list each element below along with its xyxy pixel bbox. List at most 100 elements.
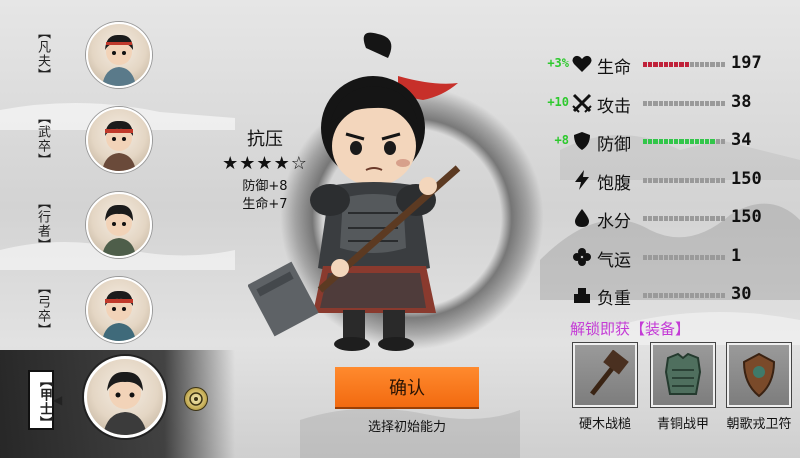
class-item-gongzu[interactable]: 【弓卒】 [28, 277, 158, 347]
stat-bar [643, 139, 725, 144]
stat-bar-segment [710, 62, 715, 67]
stat-bar [643, 293, 725, 298]
stat-bar-segment [694, 254, 700, 260]
stat-bar-segment [700, 100, 705, 106]
class-label: 【武卒】 [35, 111, 50, 167]
stat-bar-segment [658, 177, 663, 183]
unlock-title: 解锁即获【装备】 [570, 320, 691, 338]
stat-bar-segment [715, 177, 720, 183]
stat-bar-segment [720, 254, 725, 260]
stat-bar-segment [668, 62, 674, 67]
stat-bar-segment [689, 100, 694, 106]
stat-bar-segment [705, 254, 710, 260]
stat-bar-segment [658, 139, 663, 144]
stat-label: 防御 [597, 135, 631, 155]
stat-bar-segment [663, 100, 668, 106]
stat-bar-segment [705, 216, 710, 221]
stat-bar-segment [720, 100, 725, 106]
stat-value: 150 [731, 207, 762, 227]
equipment-slot[interactable] [651, 343, 715, 407]
stat-bar-segment [710, 139, 715, 144]
stat-bar-segment [653, 293, 658, 298]
stat-bar-segment [684, 216, 689, 221]
stat-bar-segment [648, 100, 653, 106]
stat-bar-segment [710, 100, 715, 106]
stat-bar-segment [705, 293, 710, 298]
stat-bar-segment [658, 293, 663, 298]
stat-bar-segment [648, 177, 653, 183]
stat-bar [643, 177, 725, 183]
stat-bar-segment [658, 100, 663, 106]
equipment-item-mallet[interactable]: 硬木战槌 [567, 343, 643, 432]
stat-bar-segment [710, 254, 715, 260]
stat-bar-segment [679, 177, 684, 183]
stat-row-attack: +10 攻击 38 [535, 89, 800, 128]
class-label: 【弓卒】 [35, 281, 50, 337]
equipment-slot[interactable] [727, 343, 791, 407]
stat-bar-segment [700, 254, 705, 260]
stat-bar-segment [643, 293, 648, 298]
stat-bar-segment [663, 139, 668, 144]
stat-value: 34 [731, 130, 752, 150]
stat-bar-segment [653, 216, 658, 221]
stat-bar-segment [643, 62, 648, 67]
stat-bar-segment [668, 293, 674, 298]
portrait-avatar [86, 277, 152, 343]
stat-bar-segment [663, 177, 668, 183]
equipment-slot[interactable] [573, 343, 637, 407]
class-item-fanfu[interactable]: 【凡夫】 [28, 22, 158, 92]
stat-bar-segment [668, 100, 674, 106]
stat-row-health: +3% 生命 197 [535, 50, 800, 89]
stat-bar-segment [689, 62, 694, 67]
stat-value: 38 [731, 91, 752, 112]
stat-label: 水分 [597, 212, 631, 232]
stat-bar-segment [700, 216, 705, 221]
stat-bar-segment [658, 216, 663, 221]
stat-bar-segment [715, 254, 720, 260]
class-item-jiashi[interactable]: 【甲士】 [28, 356, 166, 438]
stat-bar-segment [700, 293, 705, 298]
stat-bar-segment [694, 139, 700, 144]
stat-value: 197 [731, 53, 762, 73]
confirm-button[interactable]: 确认 [335, 367, 479, 407]
stat-bar-segment [720, 293, 725, 298]
stat-bar-segment [715, 216, 720, 221]
stat-bar [643, 254, 725, 260]
stat-row-defense: +8 防御 34 [535, 127, 800, 166]
class-item-wuzu[interactable]: 【武卒】 [28, 107, 158, 177]
shield-icon [571, 130, 593, 152]
stat-bar-segment [674, 139, 679, 144]
stat-value: 1 [731, 245, 742, 266]
lightning-icon [571, 169, 593, 191]
class-list: 【凡夫】 【武卒】 【行者】 【弓卒】 【甲士】 ◀ [0, 0, 170, 458]
coin-icon[interactable] [184, 387, 208, 411]
stat-bar-segment [694, 293, 700, 298]
stat-bar-segment [705, 62, 710, 67]
stat-bar-segment [663, 62, 668, 67]
stats-panel: +3% 生命 197 +10 攻击 38 +8 防御 34 饱腹 150 水分 … [535, 50, 800, 320]
stat-bar-segment [715, 293, 720, 298]
stat-bar-segment [653, 100, 658, 106]
stat-bar-segment [679, 254, 684, 260]
stat-bar-segment [710, 177, 715, 183]
stat-bar-segment [643, 100, 648, 106]
equipment-item-armor[interactable]: 青铜战甲 [645, 343, 721, 432]
equipment-name: 青铜战甲 [656, 417, 709, 432]
equipment-name: 硬木战槌 [578, 417, 631, 432]
stat-row-satiety: 饱腹 150 [535, 166, 800, 205]
stat-bar-segment [689, 139, 694, 144]
stat-bar-segment [679, 293, 684, 298]
stat-bar [643, 100, 725, 106]
stat-bar-segment [720, 62, 725, 67]
stat-row-load: 负重 30 [535, 281, 800, 320]
class-item-xingzhe[interactable]: 【行者】 [28, 192, 158, 262]
stat-bar-segment [663, 293, 668, 298]
stat-bar-segment [674, 293, 679, 298]
stat-bar [643, 62, 725, 67]
stat-value: 30 [731, 284, 752, 304]
stat-bar-segment [679, 62, 684, 67]
stat-bar-segment [720, 139, 725, 144]
stat-bar-segment [705, 100, 710, 106]
stat-bar-segment [668, 177, 674, 183]
equipment-item-talisman[interactable]: 朝歌戎卫符 [721, 343, 797, 432]
